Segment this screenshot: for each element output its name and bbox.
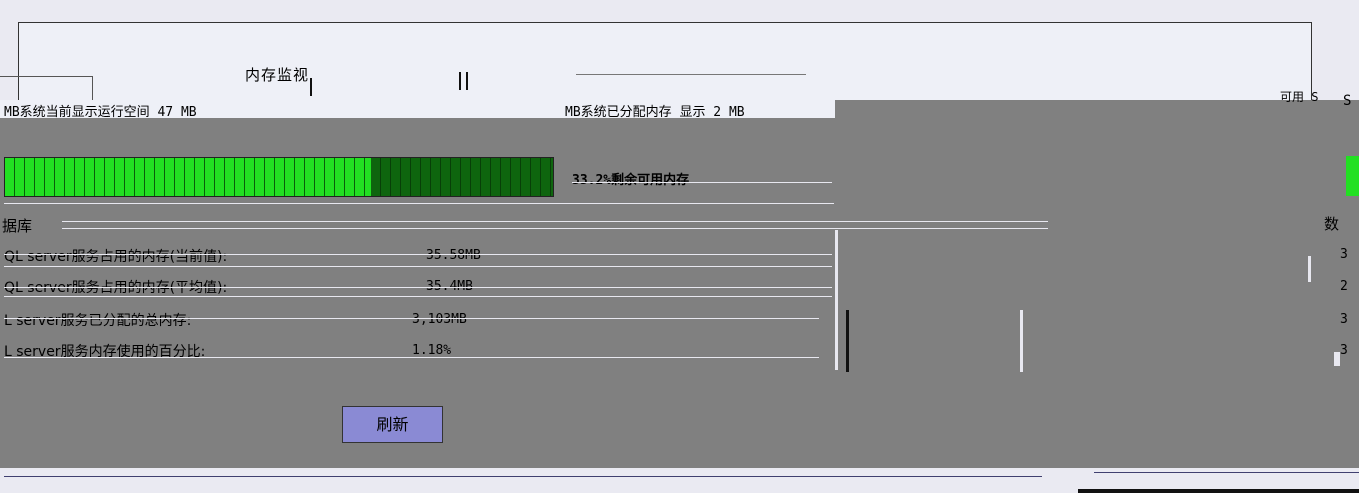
divider	[1094, 472, 1359, 473]
divider	[1020, 310, 1023, 372]
db-row-label: L server服务内存使用的百分比:	[4, 344, 206, 360]
allocated-memory-label: MB系统已分配内存 显示 2 MB	[565, 105, 745, 120]
window-title: 内存监视	[245, 66, 310, 84]
divider	[4, 318, 819, 319]
db-row-label: QL server服务占用的内存(当前值):	[4, 249, 228, 265]
divider	[4, 266, 832, 267]
right-database-title: 数	[1324, 215, 1340, 233]
divider	[835, 230, 838, 370]
right-value: 2	[1340, 279, 1348, 294]
divider	[4, 203, 834, 204]
divider	[4, 296, 832, 297]
db-row-value: 35.58MB	[426, 248, 481, 263]
divider	[846, 310, 849, 372]
available-memory-label: 可用 S	[1280, 90, 1319, 104]
right-progress-fill	[1346, 156, 1359, 196]
top-frame	[18, 22, 1312, 102]
system-memory-label: MB系统当前显示运行空间 47 MB	[4, 105, 197, 120]
right-value: 3	[1340, 247, 1348, 262]
free-memory-text: 33.2%剩余可用内存	[572, 173, 690, 188]
divider	[4, 357, 819, 358]
right-panel-letter: S	[1343, 93, 1352, 109]
tick-mark	[466, 72, 468, 90]
divider	[1308, 256, 1311, 282]
divider	[1078, 489, 1359, 493]
right-value: 3	[1340, 343, 1348, 358]
memory-progress-fill	[5, 158, 371, 196]
section-rule	[62, 221, 1048, 229]
db-row-label: L server服务已分配的总内存:	[4, 313, 192, 329]
divider	[1334, 352, 1340, 366]
divider	[572, 182, 832, 183]
db-row-value: 1.18%	[412, 343, 452, 358]
refresh-button[interactable]: 刷新	[342, 406, 443, 443]
tick-mark	[459, 72, 461, 90]
tab-left[interactable]	[0, 76, 93, 103]
database-section-title: 据库	[2, 217, 33, 235]
divider	[4, 254, 832, 255]
memory-progress-remaining	[371, 158, 553, 196]
right-value: 3	[1340, 312, 1348, 327]
db-row-value: 3,103MB	[412, 312, 467, 327]
divider	[4, 287, 832, 288]
divider	[576, 74, 806, 75]
tick-mark	[310, 78, 312, 96]
divider	[4, 476, 1042, 477]
